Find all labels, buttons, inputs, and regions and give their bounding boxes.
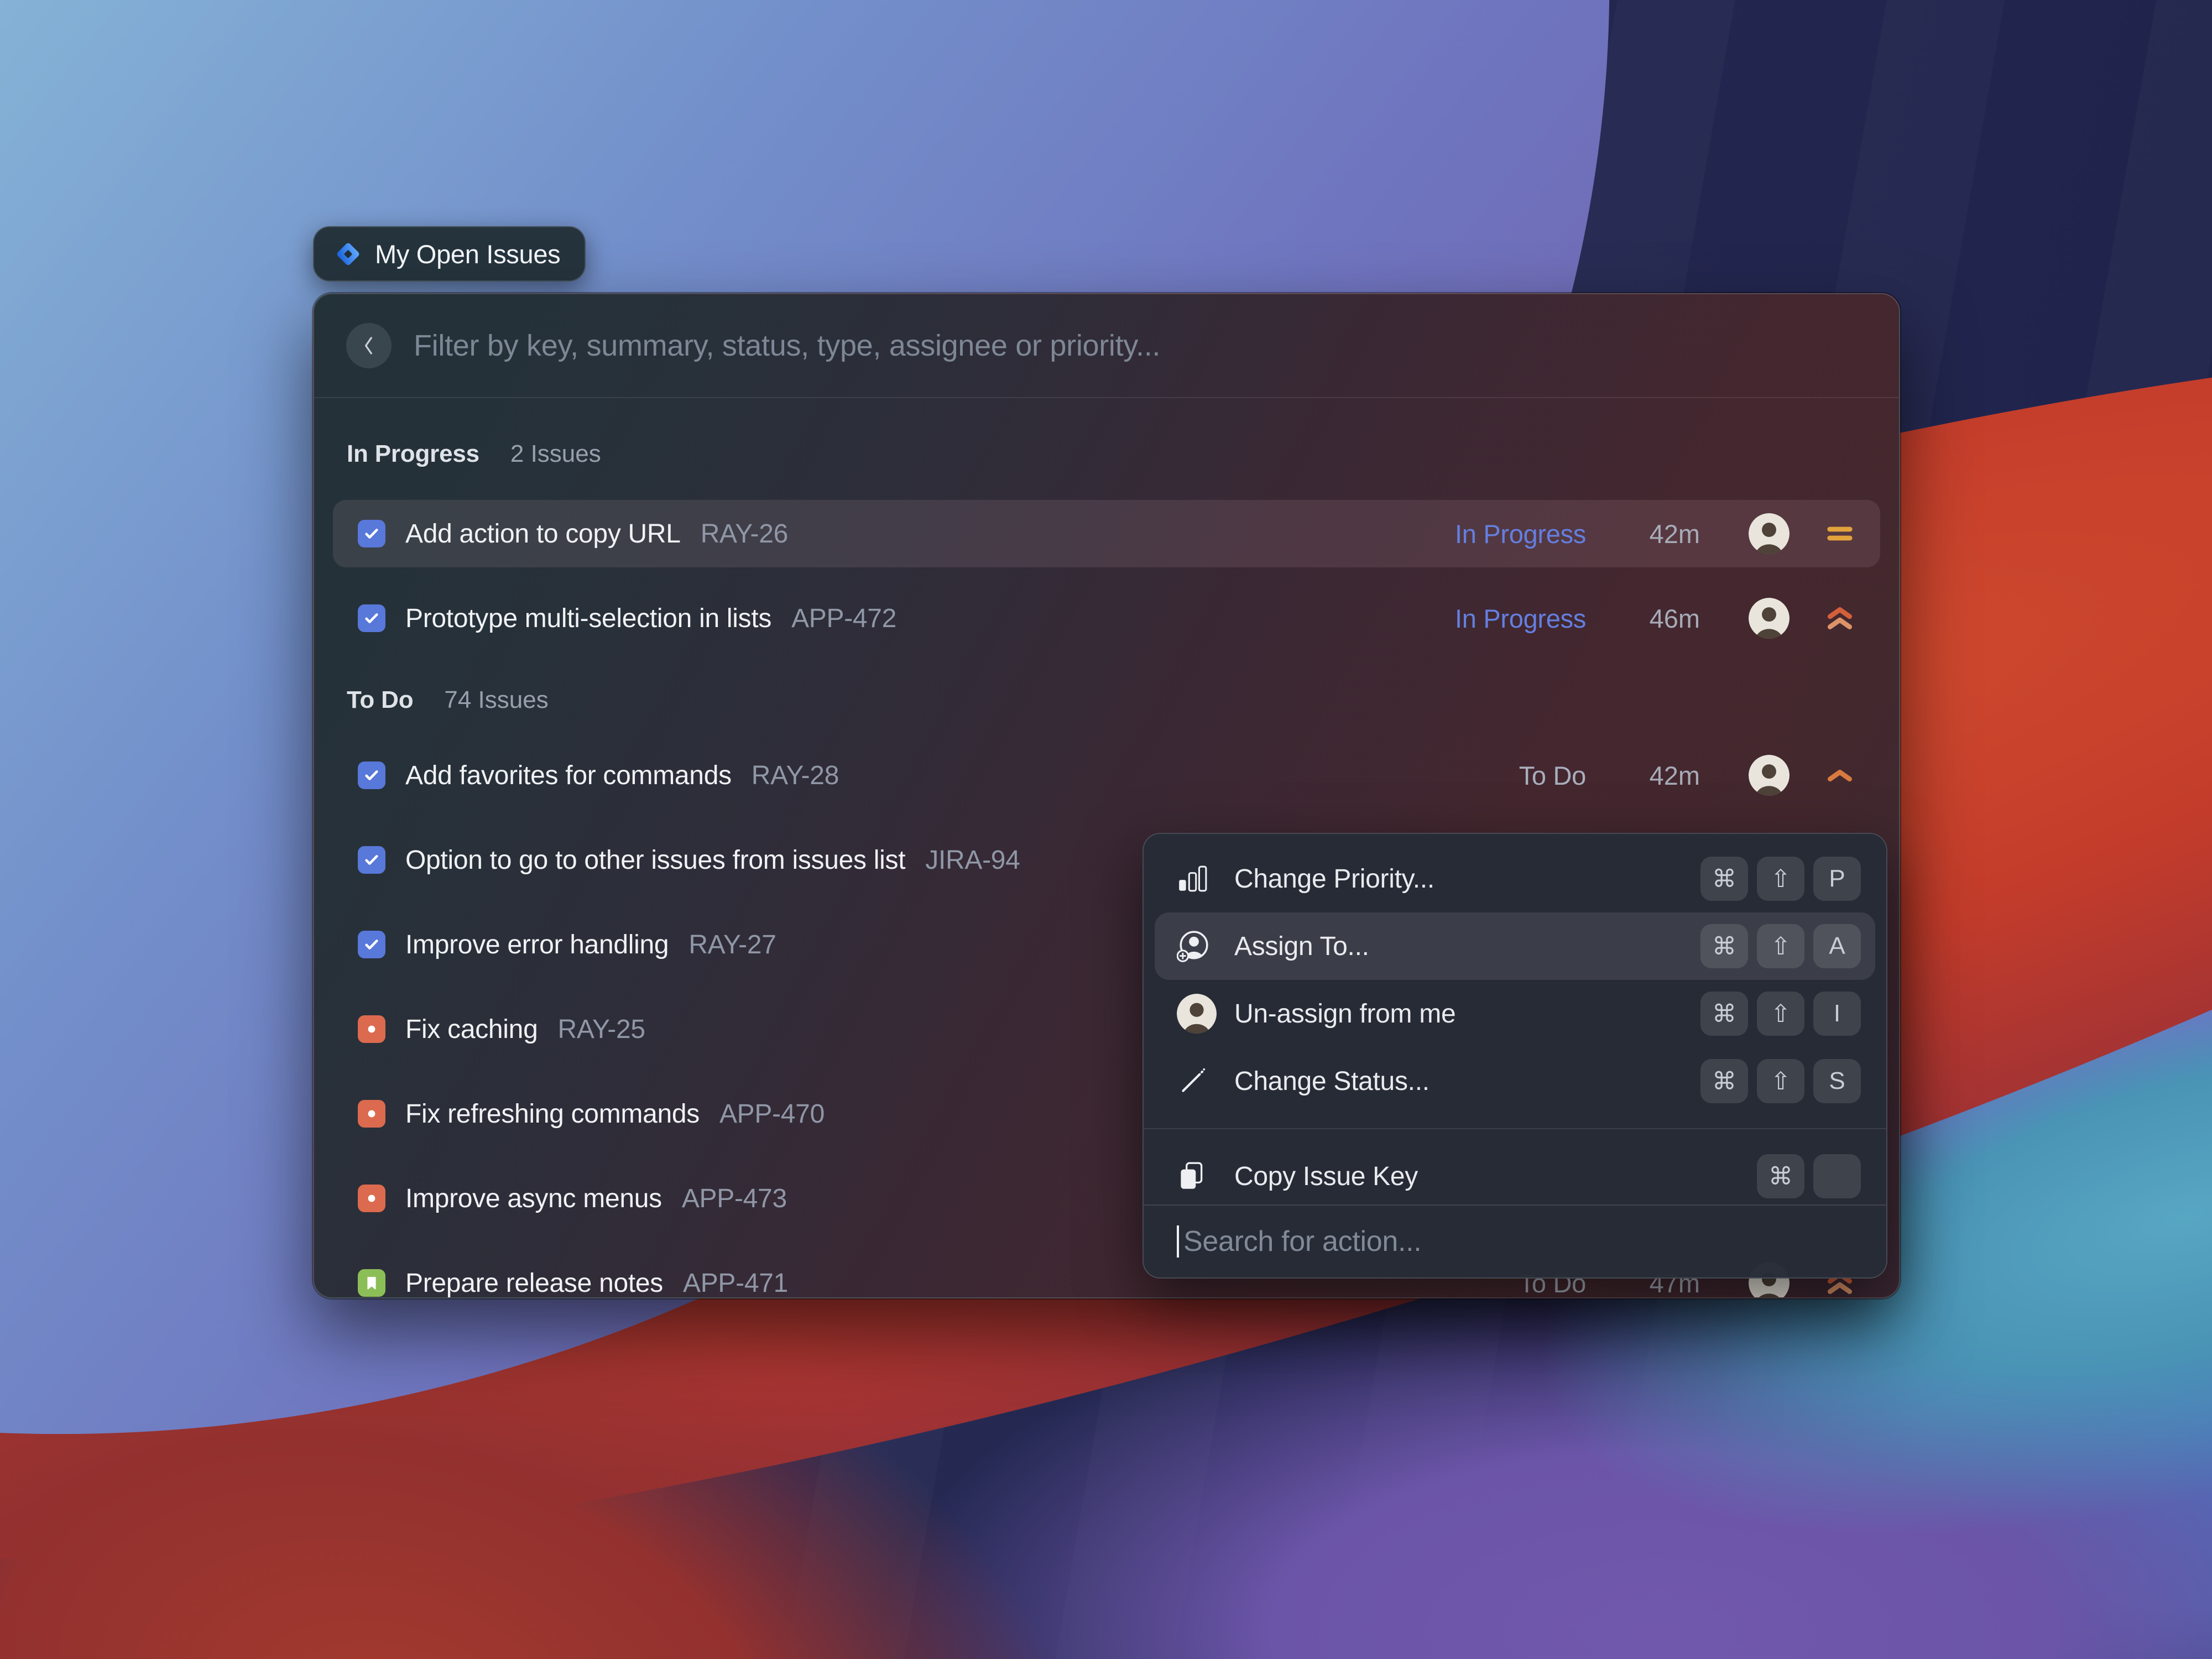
menu-item[interactable]: Change Priority... ⌘⇧P: [1155, 845, 1875, 912]
pencil-icon: [1177, 1066, 1219, 1097]
issue-title: Improve async menus: [405, 1183, 662, 1214]
issue-key: RAY-26: [701, 519, 788, 549]
menu-item-label: Assign To...: [1234, 931, 1369, 962]
shortcut-keys: ⌘⇧S: [1700, 1059, 1861, 1103]
issue-title: Prepare release notes: [405, 1268, 663, 1298]
keycap: ⇧: [1757, 857, 1804, 901]
keycap: S: [1813, 1059, 1861, 1103]
issue-title: Prototype multi-selection in lists: [405, 603, 771, 634]
menu-item[interactable]: Un-assign from me ⌘⇧I: [1155, 980, 1875, 1047]
search-bar: Filter by key, summary, status, type, as…: [314, 294, 1899, 397]
issue-title: Improve error handling: [405, 930, 669, 960]
menu-item-label: Change Priority...: [1234, 864, 1434, 894]
keycap: ⌘: [1757, 1154, 1804, 1198]
issue-key: APP-473: [682, 1183, 787, 1214]
desktop: My Open Issues Filter by key, summary, s…: [0, 0, 2212, 1659]
updated-time: 42m: [1639, 519, 1700, 549]
issue-title: Fix caching: [405, 1014, 538, 1045]
assignee-avatar: [1749, 755, 1790, 796]
issue-title: Fix refreshing commands: [405, 1099, 700, 1129]
keycap: ⌘: [1700, 992, 1748, 1036]
issue-key: RAY-27: [688, 930, 776, 960]
my-open-issues-tag[interactable]: My Open Issues: [313, 226, 586, 281]
status-text: To Do: [1519, 760, 1586, 791]
status-text: In Progress: [1455, 603, 1586, 634]
menu-item-label: Un-assign from me: [1234, 999, 1455, 1029]
checkbox-checked-icon[interactable]: [358, 520, 385, 547]
issue-title: Add favorites for commands: [405, 760, 732, 791]
priority-high-icon: [1824, 767, 1856, 784]
action-search-field[interactable]: Search for action...: [1144, 1204, 1886, 1277]
shortcut-keys: ⌘⇧I: [1700, 992, 1861, 1036]
checkbox-checked-icon[interactable]: [358, 604, 385, 632]
keycap: I: [1813, 992, 1861, 1036]
issue-key: APP-471: [683, 1268, 788, 1298]
updated-time: 42m: [1639, 760, 1700, 791]
keycap: ⇧: [1757, 924, 1804, 968]
status-text: In Progress: [1455, 519, 1586, 549]
issue-title: Add action to copy URL: [405, 519, 681, 549]
updated-time: 46m: [1639, 603, 1700, 634]
assignee-avatar: [1749, 513, 1790, 554]
keycap: A: [1813, 924, 1861, 968]
issue-key: APP-470: [719, 1099, 825, 1129]
issue-key: RAY-25: [557, 1014, 645, 1045]
tag-label: My Open Issues: [375, 239, 560, 269]
keycap: ⌘: [1700, 857, 1748, 901]
section-header: In Progress 2 Issues: [347, 437, 1880, 471]
issue-row[interactable]: Prototype multi-selection in lists APP-47…: [333, 585, 1880, 652]
section-count: 74 Issues: [444, 686, 548, 714]
priority-highest-icon: [1824, 604, 1856, 632]
checkbox-checked-icon[interactable]: [358, 761, 385, 789]
section-header: To Do 74 Issues: [347, 683, 1880, 717]
menu-item[interactable]: Copy Issue Key ⌘: [1155, 1142, 1875, 1204]
issue-title: Option to go to other issues from issues…: [405, 845, 905, 875]
action-search-placeholder: Search for action...: [1183, 1225, 1421, 1258]
user-avatar-icon: [1177, 994, 1219, 1034]
menu-item[interactable]: Change Status... ⌘⇧S: [1155, 1047, 1875, 1115]
issue-key: RAY-28: [752, 760, 839, 791]
assign-person-icon: [1177, 930, 1219, 963]
keycap: ⌘: [1700, 924, 1748, 968]
priority-chart-icon: [1177, 863, 1219, 894]
menu-divider: [1144, 1128, 1886, 1129]
keycap: ⌘: [1700, 1059, 1748, 1103]
copy-icon: [1177, 1160, 1219, 1192]
shortcut-keys: ⌘⇧A: [1700, 924, 1861, 968]
chevron-left-icon: [362, 335, 376, 357]
checkbox-checked-icon[interactable]: [358, 931, 385, 958]
keycap: [1813, 1154, 1861, 1198]
issue-key: JIRA-94: [925, 845, 1020, 875]
task-type-icon[interactable]: [358, 1185, 385, 1212]
keycap: ⇧: [1757, 992, 1804, 1036]
section-title: To Do: [347, 686, 413, 714]
shortcut-keys: ⌘⇧P: [1700, 857, 1861, 901]
action-menu-items: Change Priority...⌘⇧PAssign To...⌘⇧A Un-…: [1144, 834, 1886, 1204]
priority-medium-icon: [1824, 524, 1856, 544]
back-button[interactable]: [346, 323, 392, 368]
menu-item-label: Change Status...: [1234, 1066, 1430, 1097]
menu-item[interactable]: Assign To... ⌘⇧A: [1155, 912, 1875, 980]
jira-diamond-icon: [335, 241, 361, 267]
menu-item-label: Copy Issue Key: [1234, 1161, 1418, 1192]
task-type-icon[interactable]: [358, 1100, 385, 1128]
issue-row[interactable]: Add favorites for commands RAY-28 To Do 42m: [333, 742, 1880, 809]
keycap: ⇧: [1757, 1059, 1804, 1103]
filter-input[interactable]: Filter by key, summary, status, type, as…: [414, 328, 1160, 363]
section-title: In Progress: [347, 440, 479, 468]
assignee-avatar: [1749, 598, 1790, 639]
keycap: P: [1813, 857, 1861, 901]
issue-row[interactable]: Add action to copy URL RAY-26 In Progress 4…: [333, 500, 1880, 567]
story-type-icon[interactable]: [358, 1269, 385, 1297]
shortcut-keys: ⌘: [1757, 1154, 1861, 1198]
action-menu: Change Priority...⌘⇧PAssign To...⌘⇧A Un-…: [1142, 833, 1887, 1279]
issue-key: APP-472: [791, 603, 896, 634]
task-type-icon[interactable]: [358, 1015, 385, 1043]
section-count: 2 Issues: [510, 440, 601, 468]
checkbox-checked-icon[interactable]: [358, 846, 385, 874]
text-cursor: [1177, 1225, 1179, 1258]
